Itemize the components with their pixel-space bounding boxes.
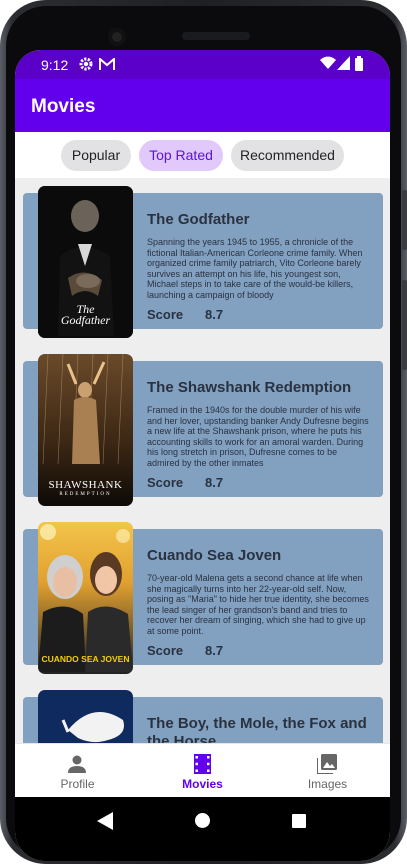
wifi-icon xyxy=(320,56,336,75)
earpiece-speaker xyxy=(182,32,250,40)
score-value: 8.7 xyxy=(205,475,224,490)
score-label: Score xyxy=(147,307,184,322)
cuando-sea-joven-poster-art xyxy=(38,524,133,672)
settings-gear-icon xyxy=(78,56,94,77)
nav-movies-label: Movies xyxy=(182,777,223,791)
poster-title: SHAWSHANK xyxy=(48,479,123,491)
score-label: Score xyxy=(147,643,184,658)
score-value: 8.7 xyxy=(205,307,224,322)
movie-title: The Godfather xyxy=(147,211,250,228)
movie-poster[interactable]: The Godfather xyxy=(38,186,133,338)
app-title: Movies xyxy=(31,96,96,117)
back-icon[interactable] xyxy=(97,812,113,835)
battery-icon xyxy=(355,56,363,76)
app-bar: Movies xyxy=(15,79,390,132)
movie-poster[interactable]: SHAWSHANK REDEMPTION xyxy=(38,354,133,506)
movie-poster[interactable]: CUANDO SEA JOVEN xyxy=(38,522,133,674)
home-icon[interactable] xyxy=(195,813,210,833)
nav-images[interactable]: Images xyxy=(265,744,390,798)
volume-button xyxy=(402,280,407,370)
movie-description: 70-year-old Malena gets a second chance … xyxy=(147,573,369,636)
signal-icon xyxy=(337,56,350,75)
nav-movies[interactable]: Movies xyxy=(140,744,265,798)
screen: 9:12 Movies Popular Top Rated Recommende… xyxy=(15,50,390,861)
nav-profile-label: Profile xyxy=(60,777,95,791)
front-camera xyxy=(108,28,126,46)
status-time: 9:12 xyxy=(41,57,69,73)
poster-subtitle: REDEMPTION xyxy=(59,492,112,497)
status-bar: 9:12 xyxy=(15,50,390,79)
chip-popular[interactable]: Popular xyxy=(61,140,131,171)
recents-icon[interactable] xyxy=(292,814,306,833)
nav-profile[interactable]: Profile xyxy=(15,744,140,798)
device-frame: 9:12 Movies Popular Top Rated Recommende… xyxy=(0,0,407,864)
movie-poster[interactable] xyxy=(38,690,133,743)
system-navigation-bar xyxy=(15,797,390,861)
movie-list[interactable]: The Godfather Spanning the years 1945 to… xyxy=(15,178,390,743)
gmail-icon xyxy=(99,56,115,76)
boy-mole-fox-horse-poster-art xyxy=(61,712,124,743)
nav-images-label: Images xyxy=(307,777,348,791)
chip-top-rated[interactable]: Top Rated xyxy=(139,140,223,171)
person-icon xyxy=(67,754,87,779)
category-chips: Popular Top Rated Recommended xyxy=(15,132,390,178)
movie-title: Cuando Sea Joven xyxy=(147,547,282,564)
poster-title: The Godfather xyxy=(60,302,111,327)
bottom-navigation: Profile Movies Images xyxy=(15,743,390,798)
chip-recommended[interactable]: Recommended xyxy=(231,140,344,171)
movie-description: Framed in the 1940s for the double murde… xyxy=(147,405,369,468)
movie-description: Spanning the years 1945 to 1955, a chron… xyxy=(147,237,363,300)
movie-title: The Shawshank Redemption xyxy=(147,379,352,396)
power-button xyxy=(402,190,407,250)
score-label: Score xyxy=(147,475,184,490)
score-value: 8.7 xyxy=(205,643,224,658)
film-icon xyxy=(194,754,211,779)
poster-title: CUANDO SEA JOVEN xyxy=(41,654,130,664)
movie-title: The Boy, the Mole, the Fox and the Horse xyxy=(147,715,367,743)
image-icon xyxy=(316,754,337,779)
